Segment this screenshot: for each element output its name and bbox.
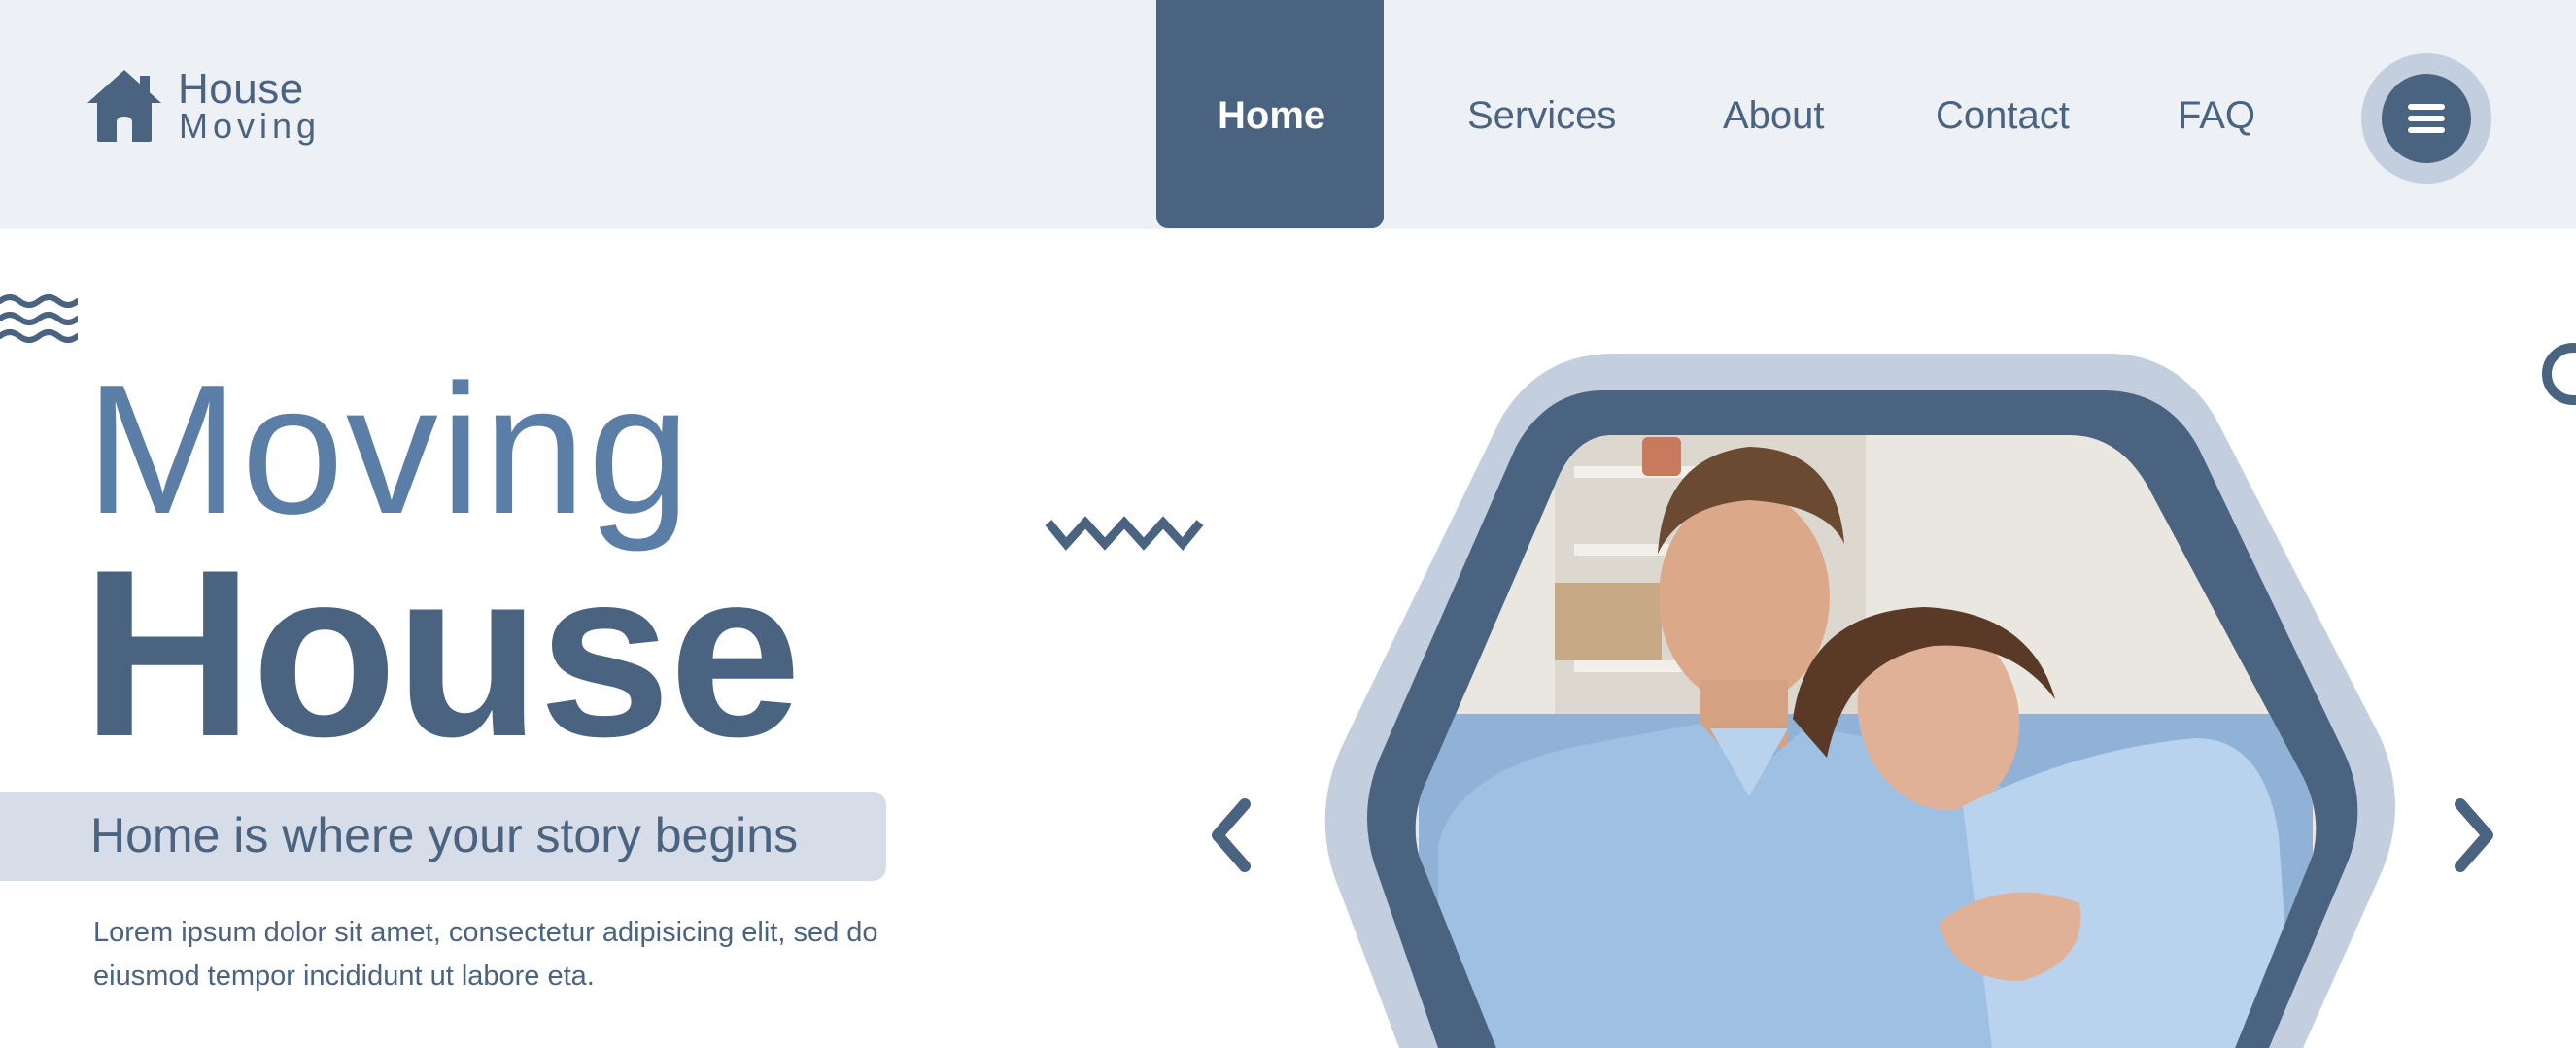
hero-photo-frame — [1324, 354, 2395, 1048]
